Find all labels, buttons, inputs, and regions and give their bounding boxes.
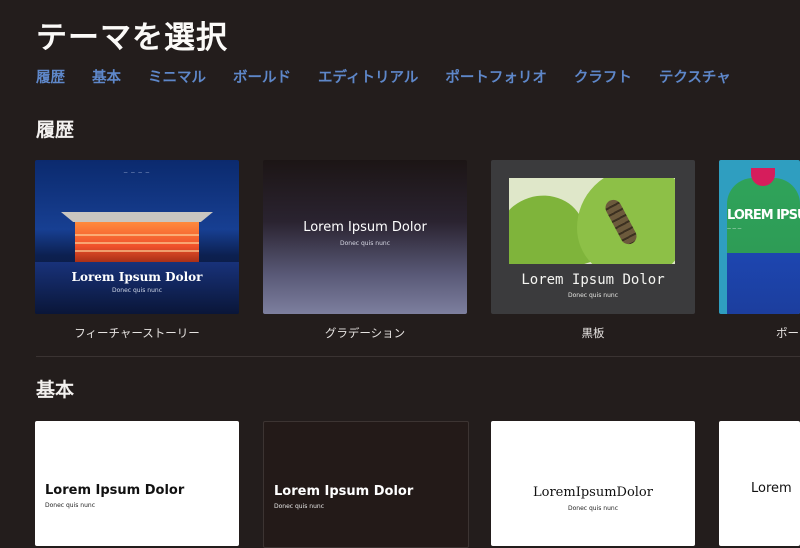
thumb-subtitle: Donec quis nunc [45,502,96,509]
tab-minimal[interactable]: ミニマル [148,66,206,87]
thumb-kicker-decoration: — — — — [123,170,151,175]
page-title: テーマを選択 [36,20,228,56]
theme-card-feature-story[interactable]: — — — — Lorem Ipsum Dolor Donec quis nun… [35,160,239,314]
tab-portfolio[interactable]: ポートフォリオ [445,66,547,87]
thumb-title: Lorem Ipsum Dolor [521,272,665,288]
thumb-subtitle: Donec quis nunc [339,240,390,247]
tab-texture[interactable]: テクスチャ [659,66,731,87]
tab-editorial[interactable]: エディトリアル [318,66,418,87]
tab-craft[interactable]: クラフト [574,66,632,87]
leaf-photo-graphic [509,178,675,264]
theme-card-chalkboard[interactable]: Lorem Ipsum Dolor Donec quis nunc [491,160,695,314]
thumb-title: Lorem [751,481,792,496]
thumb-subtitle: Donec quis nunc [274,503,325,510]
theme-card-basic-serif[interactable]: LoremIpsumDolor Donec quis nunc [491,421,695,546]
building-graphic [75,222,199,262]
theme-name-partial: ポー [776,326,799,340]
building-roof-graphic [61,212,213,222]
theme-card-partial[interactable]: LOREM IPSU — — — [719,160,800,314]
thumb-title: Lorem Ipsum Dolor [274,484,414,499]
thumb-subtitle: Donec quis nunc [567,505,618,512]
theme-name-chalkboard: 黒板 [581,326,605,340]
section-title-basic: 基本 [36,379,75,401]
thumb-title: LoremIpsumDolor [533,485,653,500]
tab-recent[interactable]: 履歴 [36,66,65,87]
tab-bold[interactable]: ボールド [233,66,291,87]
theme-name-gradient: グラデーション [324,326,406,340]
person-graphic [727,178,800,314]
theme-card-gradient[interactable]: Lorem Ipsum Dolor Donec quis nunc [263,160,467,314]
theme-card-basic-black[interactable]: Lorem Ipsum Dolor Donec quis nunc [263,421,469,548]
section-title-recent: 履歴 [36,119,75,141]
thumb-title: Lorem Ipsum Dolor [303,220,427,235]
theme-card-basic-white[interactable]: Lorem Ipsum Dolor Donec quis nunc [35,421,239,546]
thumb-subtitle-decoration: — — — [727,226,742,231]
theme-card-basic-partial[interactable]: Lorem [719,421,800,546]
theme-name-feature-story: フィーチャーストーリー [74,326,200,340]
thumb-subtitle: Donec quis nunc [111,287,162,294]
thumb-title: Lorem Ipsum Dolor [45,483,185,498]
section-divider [36,356,800,357]
thumb-subtitle: Donec quis nunc [567,292,618,299]
theme-category-tabs: 履歴 基本 ミニマル ボールド エディトリアル ポートフォリオ クラフト テクス… [36,66,758,87]
thumb-title: LOREM IPSU [727,208,800,223]
thumb-title: Lorem Ipsum Dolor [71,270,203,284]
tab-basic[interactable]: 基本 [92,66,121,87]
